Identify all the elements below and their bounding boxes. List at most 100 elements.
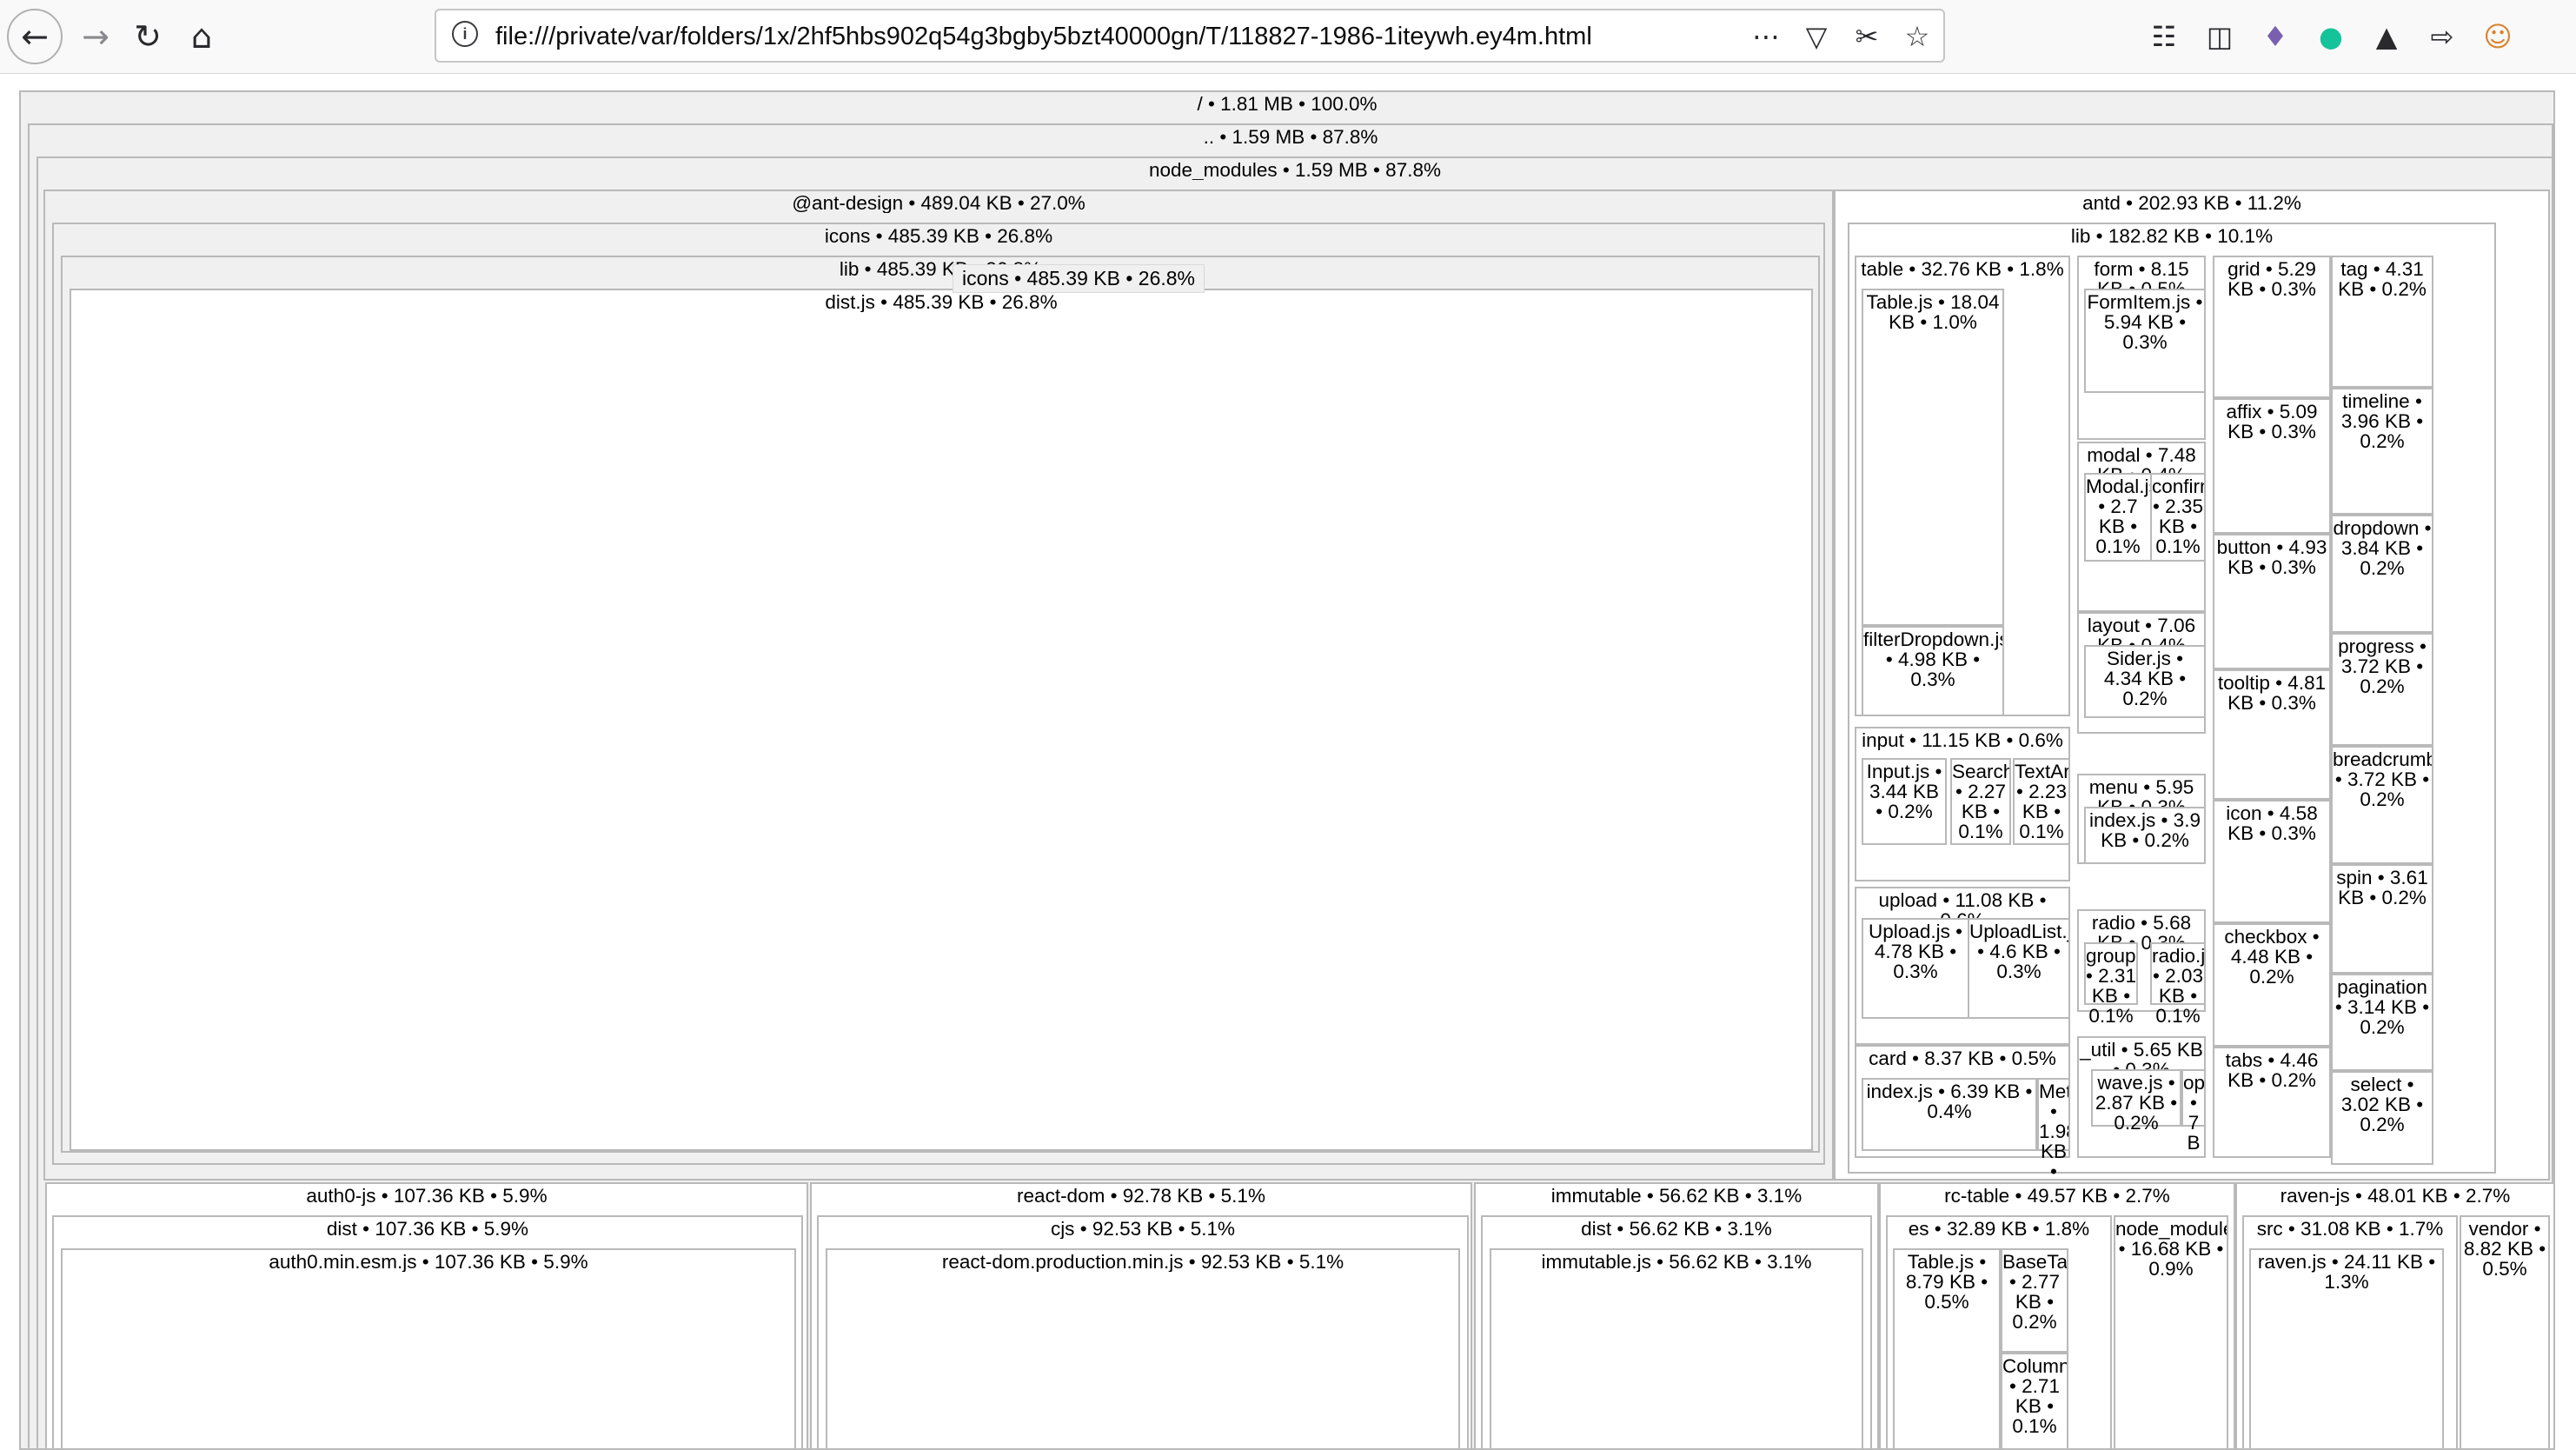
url-bar[interactable]: i file:///private/var/folders/1x/2hf5hbs… — [435, 9, 1945, 63]
treemap-node[interactable]: index.js • 3.9 KB • 0.2% — [2084, 807, 2206, 864]
page-info-icon[interactable]: i — [452, 21, 478, 47]
treemap-node[interactable]: tabs • 4.46 KB • 0.2% — [2213, 1047, 2331, 1158]
treemap-node[interactable]: Column.js • 2.71 KB • 0.1% — [2001, 1353, 2068, 1450]
library-icon[interactable]: ☷ — [2147, 16, 2181, 57]
treemap-node[interactable]: Sider.js • 4.34 KB • 0.2% — [2084, 645, 2206, 718]
treemap-node-label: lib • 485.39 KB • 26.8% — [839, 258, 1042, 279]
treemap-node-label: / • 1.81 MB • 100.0% — [1197, 93, 1378, 114]
treemap-node-label: filterDropdown.js • 4.98 KB • 0.3% — [1863, 629, 2002, 689]
treemap-node-label: vendor • 8.82 KB • 0.5% — [2463, 1218, 2546, 1279]
treemap-node[interactable]: Table.js • 8.79 KB • 0.5% — [1893, 1248, 2001, 1450]
treemap-node-label: group.js • 2.31 KB • 0.1% — [2086, 945, 2136, 1026]
treemap-node[interactable]: checkbox • 4.48 KB • 0.2% — [2213, 923, 2331, 1047]
treemap-node[interactable]: Modal.js • 2.7 KB • 0.1% — [2084, 473, 2152, 562]
treemap-node-label: table • 32.76 KB • 1.8% — [1861, 258, 2064, 279]
container-icon[interactable]: ⇨ — [2425, 16, 2460, 57]
treemap-tooltip: icons • 485.39 KB • 26.8% — [953, 264, 1205, 293]
treemap-node[interactable]: BaseTable.js • 2.77 KB • 0.2% — [2001, 1248, 2068, 1353]
treemap-node-label: Search.js • 2.27 KB • 0.1% — [1952, 761, 2009, 841]
treemap-node-label: Modal.js • 2.7 KB • 0.1% — [2086, 476, 2150, 556]
more-icon[interactable]: ⋯ — [1749, 16, 1783, 57]
treemap-node-label: react-dom.production.min.js • 92.53 KB •… — [941, 1251, 1344, 1272]
treemap-node[interactable]: vendor • 8.82 KB • 0.5% — [2460, 1215, 2550, 1450]
treemap-node-label: wave.js • 2.87 KB • 0.2% — [2095, 1072, 2178, 1133]
bookmark-star-icon[interactable]: ☆ — [1900, 16, 1935, 57]
treemap-node[interactable]: filterDropdown.js • 4.98 KB • 0.3% — [1862, 626, 2004, 716]
treemap-node-label: Input.js • 3.44 KB • 0.2% — [1866, 761, 1942, 821]
treemap-node[interactable]: radio.js • 2.03 KB • 0.1% — [2150, 942, 2206, 1026]
treemap-node-label: dist.js • 485.39 KB • 26.8% — [825, 291, 1058, 312]
treemap-node-label: .. • 1.59 MB • 87.8% — [1203, 126, 1378, 147]
sidebar-icon[interactable]: ◫ — [2202, 16, 2237, 57]
treemap-node-label: index.js • 6.39 KB • 0.4% — [1866, 1081, 2033, 1121]
treemap-node-label: Table.js • 8.79 KB • 0.5% — [1905, 1251, 1988, 1312]
incognito-icon[interactable]: ▲ — [2369, 16, 2404, 57]
treemap-node[interactable]: dropdown • 3.84 KB • 0.2% — [2331, 515, 2433, 633]
treemap-node[interactable]: grid • 5.29 KB • 0.3% — [2213, 256, 2331, 398]
treemap-node-label: tooltip • 4.81 KB • 0.3% — [2217, 672, 2327, 713]
treemap-node[interactable]: confirm.js • 2.35 KB • 0.1% — [2150, 473, 2206, 562]
treemap-node-label: rc-table • 49.57 KB • 2.7% — [1944, 1185, 2170, 1206]
home-icon[interactable]: ⌂ — [174, 9, 229, 64]
treemap-node[interactable]: TextArea.js • 2.23 KB • 0.1% — [2013, 758, 2070, 845]
treemap-node-label: openAnimation.js • 7 B — [2183, 1072, 2204, 1153]
treemap-node[interactable]: button • 4.93 KB • 0.3% — [2213, 534, 2331, 669]
treemap-node-label: Column.js • 2.71 KB • 0.1% — [2002, 1355, 2067, 1436]
tampermonkey-icon[interactable]: ☺ — [2480, 16, 2515, 57]
treemap-node-label: tag • 4.31 KB • 0.2% — [2338, 258, 2427, 299]
treemap-node[interactable]: immutable.js • 56.62 KB • 3.1% — [1490, 1248, 1863, 1450]
treemap-node-label: checkbox • 4.48 KB • 0.2% — [2224, 926, 2320, 987]
treemap-node[interactable]: dist.js • 485.39 KB • 26.8% — [70, 289, 1813, 1151]
treemap-node[interactable]: node_modules • 16.68 KB • 0.9% — [2114, 1215, 2228, 1450]
treemap-node[interactable]: auth0.min.esm.js • 107.36 KB • 5.9% — [61, 1248, 796, 1450]
treemap-node[interactable]: affix • 5.09 KB • 0.3% — [2213, 398, 2331, 534]
treemap-node-label: affix • 5.09 KB • 0.3% — [2226, 401, 2318, 442]
url-text[interactable]: file:///private/var/folders/1x/2hf5hbs90… — [495, 23, 1592, 51]
treemap-node-label: icon • 4.58 KB • 0.3% — [2226, 802, 2318, 843]
treemap-node-label: raven.js • 24.11 KB • 1.3% — [2257, 1251, 2436, 1292]
extension-icon[interactable]: ♦ — [2258, 16, 2293, 57]
treemap: / • 1.81 MB • 100.0% .. • 1.59 MB • 87.8%… — [17, 90, 2576, 1450]
treemap-node[interactable]: Input.js • 3.44 KB • 0.2% — [1862, 758, 1947, 845]
back-arrow-icon[interactable]: ← — [7, 9, 63, 64]
treemap-node-label: antd • 202.93 KB • 11.2% — [2082, 192, 2301, 213]
treemap-node-label: icons • 485.39 KB • 26.8% — [824, 225, 1053, 246]
treemap-node-label: node_modules • 16.68 KB • 0.9% — [2115, 1218, 2227, 1279]
treemap-node[interactable]: pagination • 3.14 KB • 0.2% — [2331, 974, 2433, 1071]
treemap-node[interactable]: FormItem.js • 5.94 KB • 0.3% — [2084, 289, 2206, 393]
treemap-node-label: auth0-js • 107.36 KB • 5.9% — [306, 1185, 548, 1206]
treemap-node[interactable]: select • 3.02 KB • 0.2% — [2331, 1071, 2433, 1165]
treemap-node-label: dropdown • 3.84 KB • 0.2% — [2333, 517, 2432, 578]
treemap-node-label: select • 3.02 KB • 0.2% — [2340, 1074, 2424, 1134]
treemap-node[interactable]: Search.js • 2.27 KB • 0.1% — [1950, 758, 2011, 845]
treemap-node[interactable]: progress • 3.72 KB • 0.2% — [2331, 633, 2433, 746]
treemap-node[interactable]: openAnimation.js • 7 B — [2181, 1069, 2206, 1153]
treemap-node-label: Table.js • 18.04 KB • 1.0% — [1866, 291, 2000, 332]
treemap-node-label: raven-js • 48.01 KB • 2.7% — [2280, 1185, 2511, 1206]
treemap-node[interactable]: group.js • 2.31 KB • 0.1% — [2084, 942, 2138, 1026]
treemap-node[interactable]: react-dom.production.min.js • 92.53 KB •… — [826, 1248, 1460, 1450]
grammarly-icon[interactable]: ● — [2314, 16, 2348, 57]
treemap-node-label: progress • 3.72 KB • 0.2% — [2338, 635, 2427, 696]
treemap-node-label: input • 11.15 KB • 0.6% — [1862, 729, 2063, 750]
treemap-node[interactable]: Upload.js • 4.78 KB • 0.3% — [1862, 918, 1969, 1019]
treemap-node[interactable]: timeline • 3.96 KB • 0.2% — [2331, 388, 2433, 515]
treemap-node[interactable]: raven.js • 24.11 KB • 1.3% — [2249, 1248, 2444, 1450]
treemap-node[interactable]: breadcrumb • 3.72 KB • 0.2% — [2331, 746, 2433, 864]
treemap-node[interactable]: Meta.js • 1.98 KB • 0.1% — [2037, 1078, 2070, 1201]
treemap-node[interactable]: Table.js • 18.04 KB • 1.0% — [1862, 289, 2004, 626]
treemap-node[interactable]: tag • 4.31 KB • 0.2% — [2331, 256, 2433, 388]
treemap-node-label: Upload.js • 4.78 KB • 0.3% — [1869, 921, 1962, 981]
treemap-node-label: grid • 5.29 KB • 0.3% — [2227, 258, 2316, 299]
treemap-node[interactable]: icon • 4.58 KB • 0.3% — [2213, 800, 2331, 923]
treemap-node[interactable]: index.js • 6.39 KB • 0.4% — [1862, 1078, 2037, 1151]
reload-icon[interactable]: ↻ — [120, 9, 176, 64]
treemap-node[interactable]: spin • 3.61 KB • 0.2% — [2331, 864, 2433, 974]
pocket-icon[interactable]: ▽ — [1799, 16, 1834, 57]
screenshot-icon[interactable]: ✂ — [1849, 16, 1884, 57]
treemap-node[interactable]: tooltip • 4.81 KB • 0.3% — [2213, 669, 2331, 800]
forward-arrow-icon[interactable]: → — [68, 9, 123, 64]
treemap-node[interactable]: wave.js • 2.87 KB • 0.2% — [2091, 1069, 2181, 1133]
treemap-node[interactable]: UploadList.js • 4.6 KB • 0.3% — [1968, 918, 2070, 1019]
treemap-node-label: @ant-design • 489.04 KB • 27.0% — [792, 192, 1086, 213]
